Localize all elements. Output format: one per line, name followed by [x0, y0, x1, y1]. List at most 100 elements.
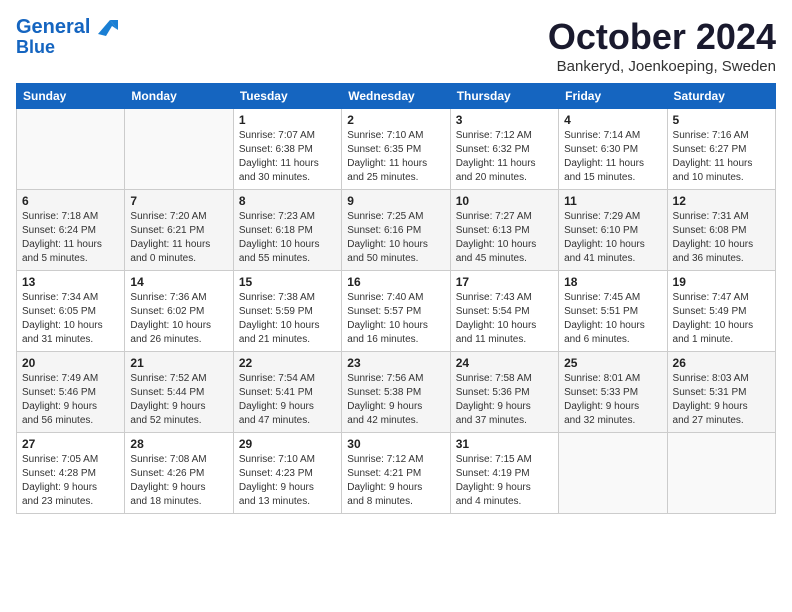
- calendar-cell: 8 Sunrise: 7:23 AM Sunset: 6:18 PM Daylig…: [233, 190, 341, 271]
- logo-text: General: [16, 16, 90, 38]
- day-number: 11: [564, 194, 661, 208]
- day-info: Sunrise: 7:10 AM Sunset: 6:35 PM Dayligh…: [347, 129, 444, 185]
- column-header-saturday: Saturday: [667, 84, 775, 109]
- calendar-cell: 11 Sunrise: 7:29 AM Sunset: 6:10 PM Dayli…: [559, 190, 667, 271]
- day-info: Sunrise: 7:16 AM Sunset: 6:27 PM Dayligh…: [673, 129, 770, 185]
- day-info: Sunrise: 7:29 AM Sunset: 6:10 PM Dayligh…: [564, 210, 661, 266]
- calendar-cell: 23Sunrise: 7:56 AM Sunset: 5:38 PM Dayli…: [342, 352, 450, 433]
- logo-blue-text: Blue: [16, 37, 55, 57]
- day-number: 8: [239, 194, 336, 208]
- day-number: 24: [456, 356, 553, 370]
- day-number: 9: [347, 194, 444, 208]
- day-info: Sunrise: 7:05 AM Sunset: 4:28 PM Dayligh…: [22, 453, 119, 509]
- calendar-cell: 25 Sunrise: 8:01 AM Sunset: 5:33 PM Dayli…: [559, 352, 667, 433]
- day-number: 25: [564, 356, 661, 370]
- day-info: Sunrise: 7:47 AM Sunset: 5:49 PM Dayligh…: [673, 291, 770, 347]
- logo-icon: [92, 16, 120, 38]
- calendar-cell: 7 Sunrise: 7:20 AM Sunset: 6:21 PM Daylig…: [125, 190, 233, 271]
- day-number: 20: [22, 356, 119, 370]
- calendar-cell: 2 Sunrise: 7:10 AM Sunset: 6:35 PM Daylig…: [342, 109, 450, 190]
- day-info: Sunrise: 7:38 AM Sunset: 5:59 PM Dayligh…: [239, 291, 336, 347]
- title-block: October 2024 Bankeryd, Joenkoeping, Swed…: [548, 16, 776, 75]
- day-number: 15: [239, 275, 336, 289]
- day-number: 1: [239, 113, 336, 127]
- calendar-cell: 19Sunrise: 7:47 AM Sunset: 5:49 PM Dayli…: [667, 271, 775, 352]
- day-info: Sunrise: 7:49 AM Sunset: 5:46 PM Dayligh…: [22, 372, 119, 428]
- calendar-cell: 10 Sunrise: 7:27 AM Sunset: 6:13 PM Dayli…: [450, 190, 558, 271]
- day-number: 27: [22, 437, 119, 451]
- calendar-cell: 14 Sunrise: 7:36 AM Sunset: 6:02 PM Dayli…: [125, 271, 233, 352]
- calendar-week-row: 27 Sunrise: 7:05 AM Sunset: 4:28 PM Dayli…: [17, 433, 776, 514]
- column-header-sunday: Sunday: [17, 84, 125, 109]
- day-number: 21: [130, 356, 227, 370]
- day-info: Sunrise: 7:58 AM Sunset: 5:36 PM Dayligh…: [456, 372, 553, 428]
- calendar-cell: 17Sunrise: 7:43 AM Sunset: 5:54 PM Dayli…: [450, 271, 558, 352]
- page-header: General Blue October 2024 Bankeryd, Joen…: [16, 16, 776, 75]
- day-info: Sunrise: 7:52 AM Sunset: 5:44 PM Dayligh…: [130, 372, 227, 428]
- calendar-cell: 18 Sunrise: 7:45 AM Sunset: 5:51 PM Dayli…: [559, 271, 667, 352]
- calendar-cell: 13 Sunrise: 7:34 AM Sunset: 6:05 PM Dayli…: [17, 271, 125, 352]
- calendar-table: SundayMondayTuesdayWednesdayThursdayFrid…: [16, 83, 776, 514]
- day-info: Sunrise: 8:03 AM Sunset: 5:31 PM Dayligh…: [673, 372, 770, 428]
- column-header-friday: Friday: [559, 84, 667, 109]
- calendar-cell: 29 Sunrise: 7:10 AM Sunset: 4:23 PM Dayli…: [233, 433, 341, 514]
- calendar-cell: [559, 433, 667, 514]
- day-number: 2: [347, 113, 444, 127]
- day-number: 3: [456, 113, 553, 127]
- day-number: 28: [130, 437, 227, 451]
- day-info: Sunrise: 7:12 AM Sunset: 4:21 PM Dayligh…: [347, 453, 444, 509]
- day-number: 4: [564, 113, 661, 127]
- day-number: 18: [564, 275, 661, 289]
- day-info: Sunrise: 7:10 AM Sunset: 4:23 PM Dayligh…: [239, 453, 336, 509]
- calendar-cell: 24 Sunrise: 7:58 AM Sunset: 5:36 PM Dayli…: [450, 352, 558, 433]
- day-number: 7: [130, 194, 227, 208]
- day-info: Sunrise: 7:15 AM Sunset: 4:19 PM Dayligh…: [456, 453, 553, 509]
- day-number: 29: [239, 437, 336, 451]
- calendar-cell: 20 Sunrise: 7:49 AM Sunset: 5:46 PM Dayli…: [17, 352, 125, 433]
- day-info: Sunrise: 7:07 AM Sunset: 6:38 PM Dayligh…: [239, 129, 336, 185]
- day-info: Sunrise: 7:34 AM Sunset: 6:05 PM Dayligh…: [22, 291, 119, 347]
- calendar-week-row: 6Sunrise: 7:18 AM Sunset: 6:24 PM Daylig…: [17, 190, 776, 271]
- day-number: 16: [347, 275, 444, 289]
- calendar-cell: 9Sunrise: 7:25 AM Sunset: 6:16 PM Daylig…: [342, 190, 450, 271]
- day-info: Sunrise: 7:40 AM Sunset: 5:57 PM Dayligh…: [347, 291, 444, 347]
- calendar-cell: 1 Sunrise: 7:07 AM Sunset: 6:38 PM Daylig…: [233, 109, 341, 190]
- day-number: 17: [456, 275, 553, 289]
- calendar-week-row: 1 Sunrise: 7:07 AM Sunset: 6:38 PM Daylig…: [17, 109, 776, 190]
- day-info: Sunrise: 7:36 AM Sunset: 6:02 PM Dayligh…: [130, 291, 227, 347]
- day-info: Sunrise: 8:01 AM Sunset: 5:33 PM Dayligh…: [564, 372, 661, 428]
- day-info: Sunrise: 7:31 AM Sunset: 6:08 PM Dayligh…: [673, 210, 770, 266]
- calendar-cell: 26 Sunrise: 8:03 AM Sunset: 5:31 PM Dayli…: [667, 352, 775, 433]
- calendar-cell: 12Sunrise: 7:31 AM Sunset: 6:08 PM Dayli…: [667, 190, 775, 271]
- day-info: Sunrise: 7:20 AM Sunset: 6:21 PM Dayligh…: [130, 210, 227, 266]
- calendar-cell: 31 Sunrise: 7:15 AM Sunset: 4:19 PM Dayli…: [450, 433, 558, 514]
- calendar-cell: 21 Sunrise: 7:52 AM Sunset: 5:44 PM Dayli…: [125, 352, 233, 433]
- calendar-cell: 16 Sunrise: 7:40 AM Sunset: 5:57 PM Dayli…: [342, 271, 450, 352]
- day-info: Sunrise: 7:08 AM Sunset: 4:26 PM Dayligh…: [130, 453, 227, 509]
- day-number: 13: [22, 275, 119, 289]
- calendar-cell: [667, 433, 775, 514]
- calendar-cell: [17, 109, 125, 190]
- day-info: Sunrise: 7:27 AM Sunset: 6:13 PM Dayligh…: [456, 210, 553, 266]
- day-info: Sunrise: 7:45 AM Sunset: 5:51 PM Dayligh…: [564, 291, 661, 347]
- month-title: October 2024: [548, 16, 776, 58]
- calendar-cell: 3 Sunrise: 7:12 AM Sunset: 6:32 PM Daylig…: [450, 109, 558, 190]
- day-info: Sunrise: 7:14 AM Sunset: 6:30 PM Dayligh…: [564, 129, 661, 185]
- logo: General Blue: [16, 16, 120, 58]
- day-info: Sunrise: 7:23 AM Sunset: 6:18 PM Dayligh…: [239, 210, 336, 266]
- day-number: 22: [239, 356, 336, 370]
- calendar-cell: [125, 109, 233, 190]
- day-number: 6: [22, 194, 119, 208]
- day-number: 14: [130, 275, 227, 289]
- day-number: 26: [673, 356, 770, 370]
- day-number: 30: [347, 437, 444, 451]
- day-number: 10: [456, 194, 553, 208]
- column-header-tuesday: Tuesday: [233, 84, 341, 109]
- calendar-cell: 30 Sunrise: 7:12 AM Sunset: 4:21 PM Dayli…: [342, 433, 450, 514]
- day-number: 31: [456, 437, 553, 451]
- calendar-cell: 27 Sunrise: 7:05 AM Sunset: 4:28 PM Dayli…: [17, 433, 125, 514]
- calendar-cell: 4 Sunrise: 7:14 AM Sunset: 6:30 PM Daylig…: [559, 109, 667, 190]
- calendar-header-row: SundayMondayTuesdayWednesdayThursdayFrid…: [17, 84, 776, 109]
- calendar-body: 1 Sunrise: 7:07 AM Sunset: 6:38 PM Daylig…: [17, 109, 776, 514]
- day-info: Sunrise: 7:12 AM Sunset: 6:32 PM Dayligh…: [456, 129, 553, 185]
